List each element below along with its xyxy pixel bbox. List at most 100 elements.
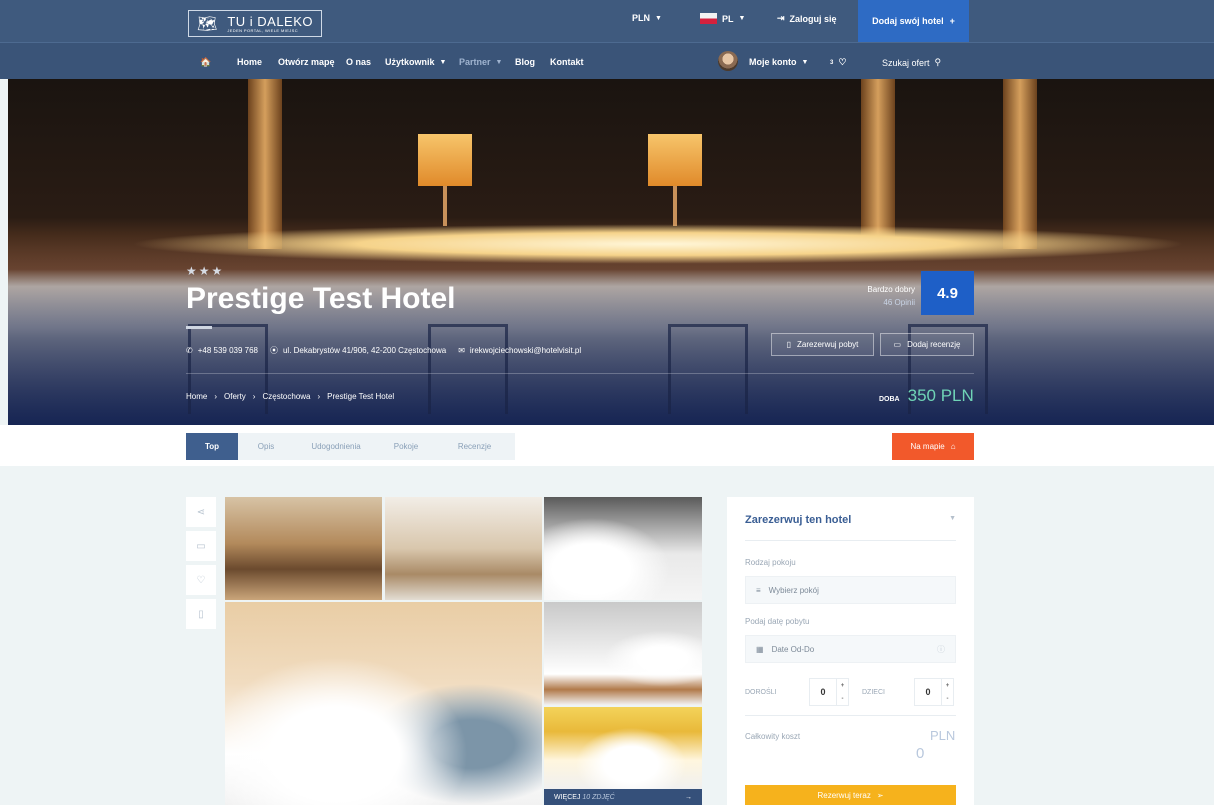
gallery-photo[interactable] — [225, 497, 382, 600]
divider — [745, 540, 956, 541]
gallery-photo[interactable] — [544, 497, 702, 600]
breadcrumb-item[interactable]: Oferty — [224, 392, 246, 401]
bookmark-icon[interactable]: ▯ — [186, 599, 216, 629]
chevron-down-icon: ▼ — [738, 15, 746, 22]
nav-contact[interactable]: Kontakt — [550, 57, 584, 67]
hotel-phone[interactable]: ✆ +48 539 039 768 — [186, 346, 258, 355]
chevron-down-icon[interactable]: ▼ — [949, 515, 956, 522]
rating-label: Bardzo dobry — [867, 285, 915, 294]
stepper-buttons[interactable]: + - — [836, 679, 848, 705]
reserve-now-button[interactable]: Rezerwuj teraz ➢ — [745, 785, 956, 805]
stay-date-label: Podaj datę pobytu — [745, 617, 810, 626]
login-link[interactable]: ⇥ Zaloguj się — [777, 13, 837, 24]
tab-amenities[interactable]: Udogodnienia — [294, 433, 378, 460]
my-account-menu[interactable]: Moje konto ▼ — [749, 57, 808, 67]
photos-count: 10 ZDJĘĆ — [582, 793, 615, 801]
total-cost-label: Całkowity koszt — [745, 732, 801, 741]
chevron-down-icon: ▼ — [655, 14, 662, 22]
search-offers-button[interactable]: Szukaj ofert ⚲ — [882, 57, 941, 68]
favorites-count: 3 — [830, 59, 834, 66]
tab-top[interactable]: Top — [186, 433, 238, 460]
currency-select[interactable]: PLN ▼ — [632, 13, 662, 23]
main-nav: 🏠 Home Otwórz mapę O nas Użytkownik ▼ Pa… — [0, 42, 1214, 79]
hotel-email[interactable]: ✉ irekwojciechowski@hotelvisit.pl — [458, 346, 581, 355]
list-icon: ≡ — [756, 585, 761, 595]
comment-icon[interactable]: ▭ — [186, 531, 216, 561]
site-logo[interactable]: 🗺 TU i DALEKO JEDEN PORTAL, WIELE MIEJSC — [188, 10, 322, 37]
hero-decor — [428, 324, 508, 414]
total-currency: PLN — [930, 728, 956, 743]
nav-blog[interactable]: Blog — [515, 57, 535, 67]
title-underline — [186, 326, 212, 329]
nav-partner-label: Partner — [459, 57, 491, 67]
add-hotel-button[interactable]: Dodaj swój hotel + — [858, 0, 969, 42]
nav-about[interactable]: O nas — [346, 57, 371, 67]
home-icon-link[interactable]: 🏠 — [200, 57, 211, 68]
gallery-photo[interactable] — [544, 707, 702, 789]
tab-rooms[interactable]: Pokoje — [378, 433, 434, 460]
logo-subtitle: JEDEN PORTAL, WIELE MIEJSC — [227, 27, 299, 33]
tab-description[interactable]: Opis — [238, 433, 294, 460]
date-range-input[interactable]: ▦ Date Od-Do ⓘ — [745, 635, 956, 663]
price-value: 350 PLN — [907, 386, 974, 405]
hero-decor — [418, 134, 472, 226]
gallery-photo[interactable] — [225, 602, 542, 805]
email-text: irekwojciechowski@hotelvisit.pl — [469, 346, 582, 355]
adults-label: DOROŚLI — [745, 689, 777, 696]
language-select[interactable]: PL ▼ — [700, 13, 745, 24]
heart-icon[interactable]: ♡ — [186, 565, 216, 595]
nav-partner[interactable]: Partner ▼ — [459, 57, 502, 67]
top-bar: 🗺 TU i DALEKO JEDEN PORTAL, WIELE MIEJSC… — [0, 0, 1214, 42]
room-type-placeholder: Wybierz pokój — [768, 585, 819, 595]
phone-icon: ✆ — [186, 346, 193, 355]
avatar[interactable] — [718, 51, 738, 71]
section-tabs: Top Opis Udogodnienia Pokoje Recenzje — [186, 433, 515, 460]
breadcrumb: Home › Oferty › Częstochowa › Prestige T… — [186, 392, 394, 401]
address-text: ul. Dekabrystów 41/906, 42-200 Częstocho… — [282, 346, 447, 355]
info-icon: ⓘ — [937, 644, 945, 654]
breadcrumb-item[interactable]: Częstochowa — [262, 392, 310, 401]
world-map-icon: 🗺 — [197, 15, 218, 33]
booking-title: Zarezerwuj ten hotel — [745, 514, 852, 526]
book-stay-button[interactable]: ▯ Zarezerwuj pobyt — [771, 333, 874, 356]
hero-decor — [668, 324, 748, 414]
gallery-photo[interactable] — [544, 602, 702, 705]
login-icon: ⇥ — [777, 13, 785, 23]
nav-user[interactable]: Użytkownik ▼ — [385, 57, 446, 67]
add-review-label: Dodaj recenzję — [907, 340, 961, 349]
minus-icon[interactable]: - — [842, 696, 844, 702]
room-type-select[interactable]: ≡ Wybierz pokój — [745, 576, 956, 604]
adults-stepper[interactable]: 0 + - — [809, 678, 849, 706]
chevron-right-icon: › — [252, 392, 256, 401]
plus-icon[interactable]: + — [841, 683, 845, 689]
favorites-button[interactable]: 3 ♡ — [830, 57, 846, 68]
nav-open-map[interactable]: Otwórz mapę — [278, 57, 335, 67]
nav-home[interactable]: Home — [237, 57, 262, 67]
add-review-button[interactable]: ▭ Dodaj recenzję — [880, 333, 974, 356]
stepper-buttons[interactable]: + - — [941, 679, 953, 705]
map-icon: ⌂ — [950, 442, 956, 451]
hotel-address[interactable]: ⦿ ul. Dekabrystów 41/906, 42-200 Częstoch… — [270, 345, 446, 356]
add-hotel-label: Dodaj swój hotel — [872, 16, 944, 26]
date-range-placeholder: Date Od-Do — [771, 644, 815, 654]
phone-text: +48 539 039 768 — [197, 346, 258, 355]
rating-summary: Bardzo dobry 46 Opinii — [820, 283, 915, 309]
minus-icon[interactable]: - — [947, 696, 949, 702]
map-pin-icon: ⦿ — [269, 346, 278, 355]
reviews-count: 46 Opinii — [883, 298, 915, 307]
share-icon[interactable]: ⋖ — [186, 497, 216, 527]
chevron-right-icon: › — [214, 392, 218, 401]
calendar-icon: ▦ — [756, 644, 764, 654]
hero-decor — [128, 224, 1188, 264]
children-stepper[interactable]: 0 + - — [914, 678, 954, 706]
plus-icon[interactable]: + — [946, 683, 950, 689]
more-photos-button[interactable]: WIĘCEJ 10 ZDJĘĆ → — [544, 789, 702, 805]
breadcrumb-item[interactable]: Home — [186, 392, 207, 401]
poland-flag-icon — [700, 13, 717, 24]
tab-reviews[interactable]: Recenzje — [434, 433, 515, 460]
tabs-bar — [0, 425, 1214, 466]
show-on-map-button[interactable]: Na mapie ⌂ — [892, 433, 974, 460]
search-icon: ⚲ — [934, 57, 942, 67]
gallery-photo[interactable] — [385, 497, 542, 600]
plus-icon: + — [949, 16, 955, 26]
